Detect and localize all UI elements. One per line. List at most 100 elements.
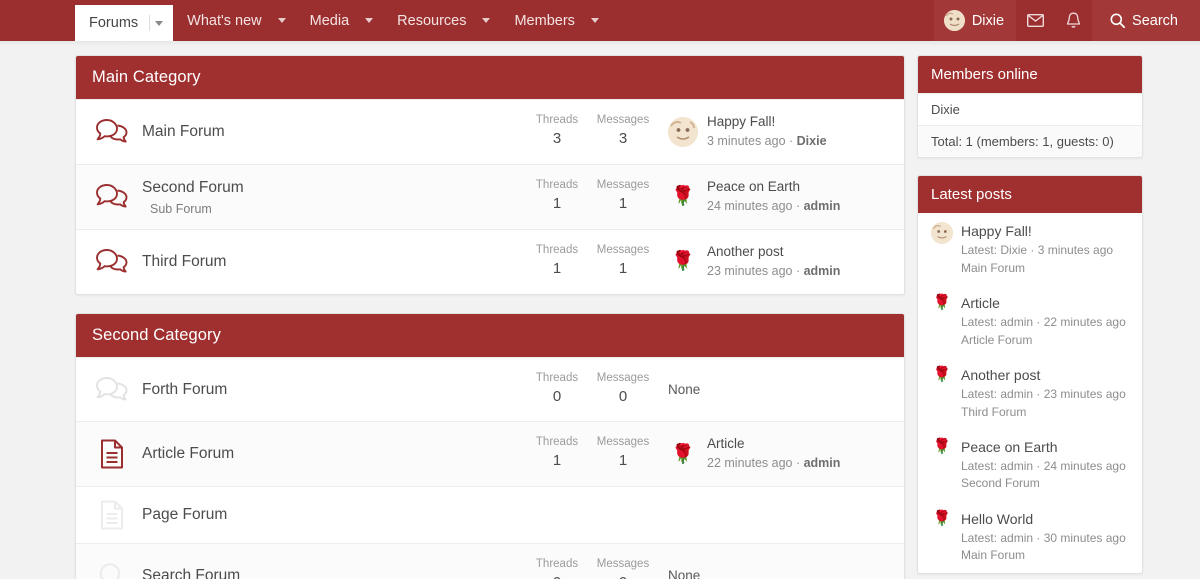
forum-row[interactable]: Article Forum Threads 1 Messages 1 🌹 Art… <box>76 421 904 486</box>
search-icon <box>92 562 132 579</box>
forum-row[interactable]: Third Forum Threads 1 Messages 1 🌹 Anoth… <box>76 229 904 294</box>
chevron-down-icon[interactable] <box>155 20 164 26</box>
nav-item-whats-new[interactable]: What's new <box>173 0 296 41</box>
post-forum[interactable]: Main Forum <box>961 260 1129 277</box>
speech-bubbles-icon <box>92 376 132 403</box>
threads-stat: Threads 1 <box>524 243 590 280</box>
forum-title[interactable]: Page Forum <box>142 505 524 524</box>
user-avatar-photo <box>931 222 953 244</box>
forum-name-cell: Article Forum <box>142 444 524 463</box>
last-post-text: Happy Fall! 3 minutes ago · Dixie <box>707 113 827 151</box>
post-forum[interactable]: Article Forum <box>961 332 1129 349</box>
forum-name-cell: Forth Forum <box>142 380 524 399</box>
member-online-item[interactable]: Dixie <box>918 93 1142 125</box>
last-post-meta: 23 minutes ago · admin <box>707 263 840 281</box>
messages-label: Messages <box>596 244 650 257</box>
latest-posts-widget: Latest posts Happy Fall! Latest: Dixie ·… <box>917 175 1143 574</box>
list-item[interactable]: 🌹 Article Latest: admin · 22 minutes ago… <box>918 285 1142 357</box>
forum-title[interactable]: Third Forum <box>142 252 524 271</box>
list-item-text: Peace on Earth Latest: admin · 24 minute… <box>961 438 1129 493</box>
last-post-title[interactable]: Another post <box>707 243 840 261</box>
last-post-author[interactable]: Dixie <box>797 134 827 148</box>
nav-item-resources[interactable]: Resources <box>383 0 500 41</box>
list-item[interactable]: Happy Fall! Latest: Dixie · 3 minutes ag… <box>918 213 1142 285</box>
last-post-cell: None <box>668 382 888 397</box>
post-title[interactable]: Peace on Earth <box>961 438 1129 456</box>
last-post-title[interactable]: Happy Fall! <box>707 113 827 131</box>
post-forum[interactable]: Second Forum <box>961 475 1129 492</box>
rose-icon: 🌹 <box>671 443 695 465</box>
forum-name-cell: Third Forum <box>142 252 524 271</box>
chevron-down-icon[interactable] <box>482 18 491 23</box>
last-post-text: Another post 23 minutes ago · admin <box>707 243 840 281</box>
search-icon <box>1110 13 1126 28</box>
list-item[interactable]: 🌹 Hello World Latest: admin · 30 minutes… <box>918 501 1142 573</box>
list-item-text: Another post Latest: admin · 23 minutes … <box>961 366 1129 421</box>
category-title: Main Category <box>76 56 904 99</box>
forum-title[interactable]: Main Forum <box>142 122 524 141</box>
post-title[interactable]: Another post <box>961 366 1129 384</box>
search-button[interactable]: Search <box>1092 0 1200 41</box>
forum-row[interactable]: Forth Forum Threads 0 Messages 0 None <box>76 356 904 421</box>
threads-label: Threads <box>535 179 579 192</box>
bell-icon[interactable] <box>1055 0 1092 41</box>
nav-item-label: What's new <box>187 12 262 29</box>
forum-row[interactable]: Search Forum Threads 0 Messages 0 None <box>76 542 904 579</box>
last-post-title[interactable]: Article <box>707 435 840 453</box>
last-post-meta: 3 minutes ago · Dixie <box>707 133 827 151</box>
messages-label: Messages <box>596 436 650 449</box>
sidebar: Members online Dixie Total: 1 (members: … <box>917 55 1143 579</box>
messages-count: 0 <box>618 387 628 405</box>
nav-item-forums[interactable]: Forums <box>75 5 174 41</box>
last-post-title[interactable]: Peace on Earth <box>707 178 840 196</box>
last-post-meta: 24 minutes ago · admin <box>707 198 840 216</box>
envelope-icon[interactable] <box>1016 0 1055 41</box>
chevron-down-icon[interactable] <box>277 18 286 23</box>
forum-row[interactable]: Main Forum Threads 3 Messages 3 Happy Fa… <box>76 99 904 164</box>
messages-stat: Messages 0 <box>590 371 656 408</box>
last-post-author[interactable]: admin <box>804 199 841 213</box>
threads-stat: Threads 0 <box>524 371 590 408</box>
forum-list: Main Category Main Forum Threads 3 Messa… <box>75 55 905 579</box>
threads-count: 1 <box>552 260 562 278</box>
forum-row[interactable]: Page Forum <box>76 485 904 543</box>
widget-title: Latest posts <box>918 176 1142 213</box>
forum-title[interactable]: Forth Forum <box>142 380 524 399</box>
nav-item-media[interactable]: Media <box>296 0 384 41</box>
rose-icon: 🌹 <box>932 437 952 455</box>
messages-count: 1 <box>618 195 628 213</box>
list-item-text: Article Latest: admin · 22 minutes ago A… <box>961 294 1129 349</box>
list-item[interactable]: 🌹 Another post Latest: admin · 23 minute… <box>918 357 1142 429</box>
last-post-time: 24 minutes ago <box>707 199 793 214</box>
post-forum[interactable]: Third Forum <box>961 404 1129 421</box>
user-menu-label: Dixie <box>971 12 1005 29</box>
post-title[interactable]: Article <box>961 294 1129 312</box>
threads-count: 1 <box>552 452 562 470</box>
post-meta: Latest: Dixie · 3 minutes ago <box>961 243 1114 258</box>
user-avatar-photo <box>668 116 698 147</box>
threads-count: 0 <box>524 572 590 579</box>
post-meta: Latest: admin · 23 minutes ago <box>961 387 1126 402</box>
last-post-empty: None <box>668 568 701 579</box>
forum-title[interactable]: Second Forum <box>142 178 524 197</box>
speech-bubbles-icon <box>92 248 132 275</box>
forum-title[interactable]: Search Forum <box>142 566 524 579</box>
forum-title[interactable]: Article Forum <box>142 444 524 463</box>
chevron-down-icon[interactable] <box>590 18 599 23</box>
last-post-author[interactable]: admin <box>804 264 841 278</box>
chevron-down-icon[interactable] <box>365 18 374 23</box>
last-post-sep: · <box>792 456 804 471</box>
list-item[interactable]: 🌹 Peace on Earth Latest: admin · 24 minu… <box>918 429 1142 501</box>
post-forum[interactable]: Main Forum <box>961 547 1129 564</box>
list-item-text: Hello World Latest: admin · 30 minutes a… <box>961 510 1129 565</box>
post-title[interactable]: Hello World <box>961 510 1129 528</box>
post-title[interactable]: Happy Fall! <box>961 222 1129 240</box>
last-post-author[interactable]: admin <box>804 456 841 470</box>
messages-count: 3 <box>618 130 628 148</box>
nav-item-members[interactable]: Members <box>500 0 608 41</box>
forum-name-cell: Page Forum <box>142 505 524 524</box>
forum-row[interactable]: Second Forum Sub Forum Threads 1 Message… <box>76 163 904 230</box>
sub-forum-link[interactable]: Sub Forum <box>142 202 524 216</box>
user-menu-button[interactable]: Dixie <box>933 0 1017 41</box>
threads-label: Threads <box>535 557 579 570</box>
